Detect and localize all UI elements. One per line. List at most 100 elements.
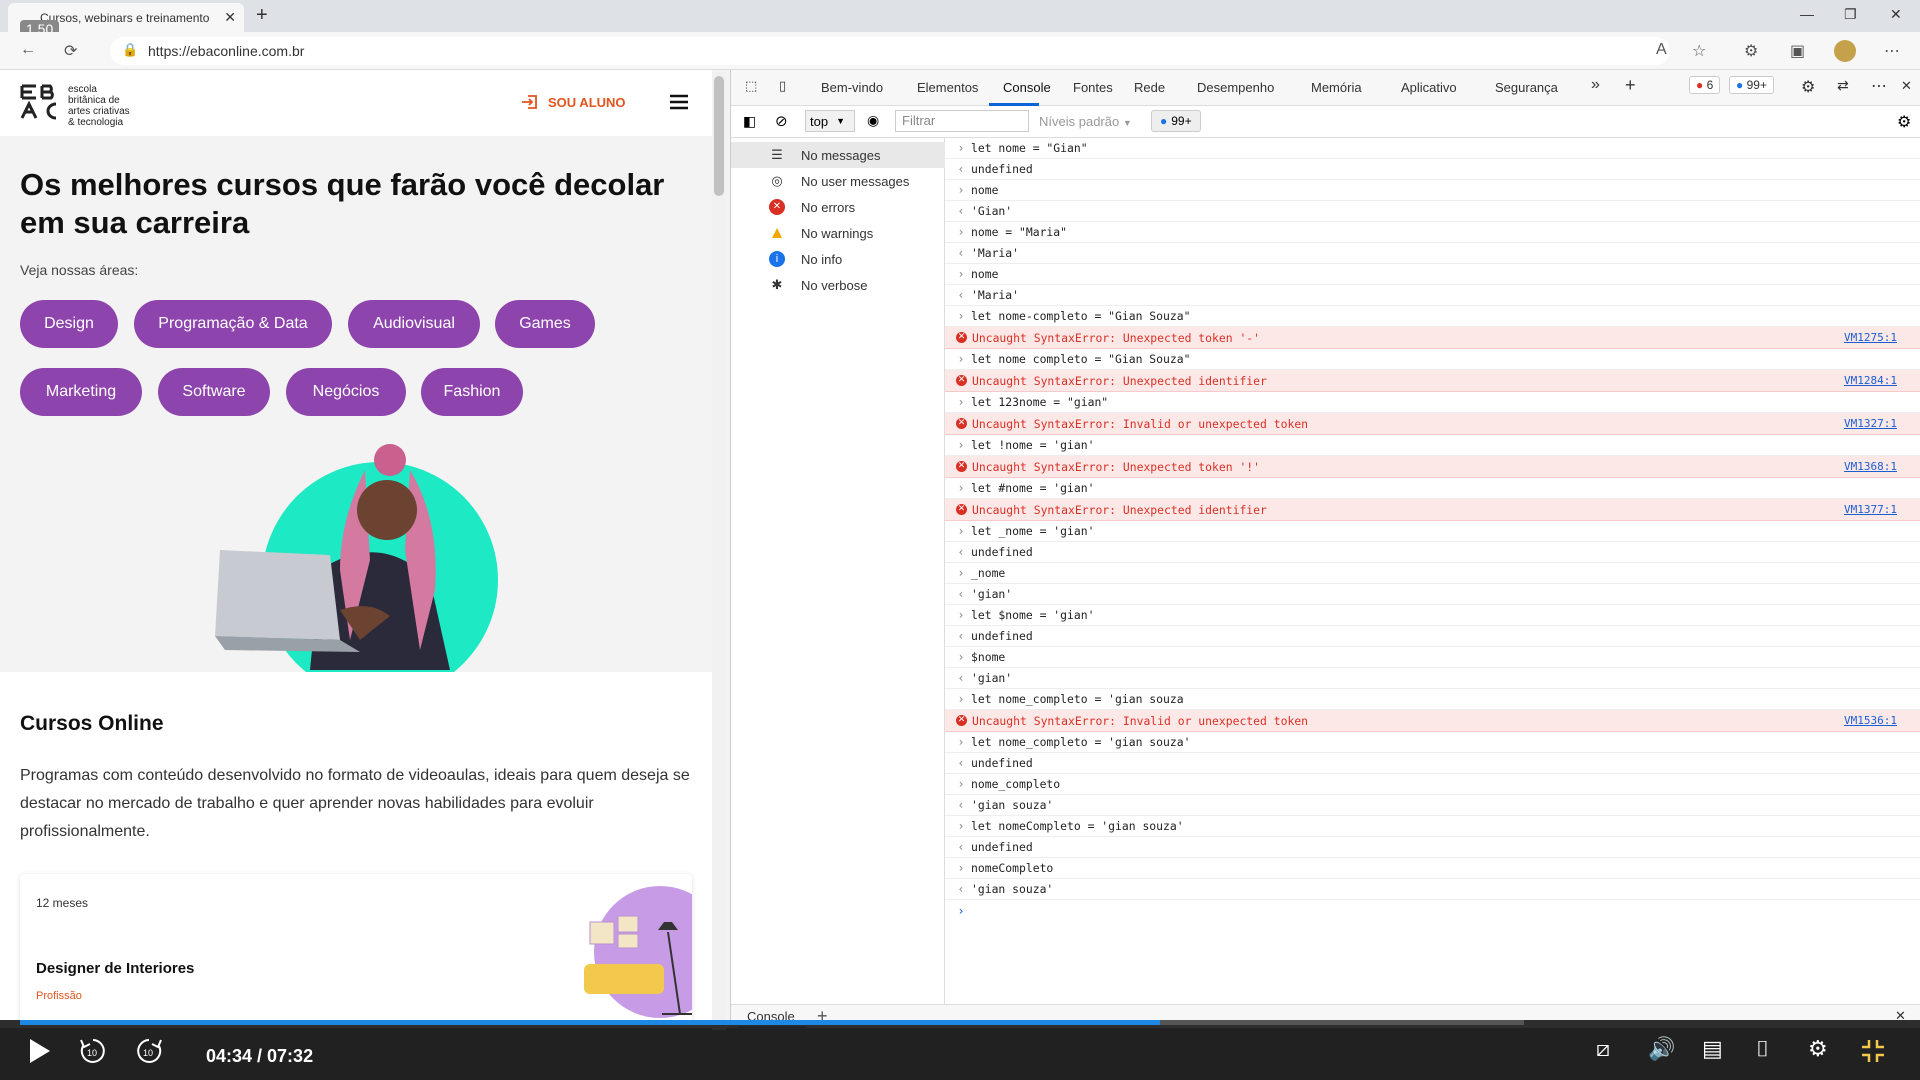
close-devtools-icon[interactable]: ✕	[1901, 78, 1912, 94]
sidebar-item-user-messages[interactable]: ◎ No user messages	[731, 168, 945, 194]
sidebar-toggle-icon[interactable]: ◧	[743, 113, 756, 130]
prompt-arrow-icon[interactable]: ›	[951, 861, 971, 875]
area-pill-programacao[interactable]: Programação & Data	[134, 300, 332, 348]
forward-10-icon[interactable]: 10	[134, 1036, 164, 1066]
prompt-arrow-icon[interactable]: ›	[951, 141, 971, 155]
minimize-icon[interactable]: —	[1800, 6, 1814, 22]
play-icon[interactable]	[28, 1038, 52, 1064]
prompt-arrow-icon[interactable]: ›	[951, 735, 971, 749]
area-pill-fashion[interactable]: Fashion	[421, 368, 523, 416]
read-aloud-icon[interactable]: A	[1656, 41, 1667, 59]
site-scrollbar[interactable]	[712, 72, 726, 1030]
settings-gear-icon[interactable]: ⚙	[1801, 77, 1815, 97]
more-tabs-icon[interactable]: »	[1591, 76, 1600, 94]
sidebar-item-errors[interactable]: ✕ No errors	[731, 194, 945, 220]
prompt-arrow-icon[interactable]: ›	[951, 650, 971, 664]
source-link[interactable]: VM1377:1	[1844, 503, 1897, 516]
device-toolbar-icon[interactable]: ▯	[779, 78, 786, 94]
tab-rede[interactable]: Rede	[1134, 80, 1165, 95]
sidebar-item-info[interactable]: i No info	[731, 246, 945, 272]
clear-console-icon[interactable]: ⊘	[775, 112, 788, 130]
toolbar-issues-badge[interactable]: ● 99+	[1151, 110, 1201, 132]
area-pill-software[interactable]: Software	[158, 368, 270, 416]
errors-count-badge[interactable]: ● 6	[1689, 76, 1721, 94]
sidebar-item-warnings[interactable]: ▲ No warnings	[731, 220, 945, 246]
add-tab-icon[interactable]: +	[1625, 75, 1636, 96]
refresh-icon[interactable]: ⟳	[64, 41, 77, 61]
more-icon[interactable]: ⋯	[1884, 41, 1900, 61]
captions-off-icon[interactable]: ⧄	[1596, 1036, 1610, 1062]
filter-input[interactable]: Filtrar	[895, 110, 1029, 132]
prompt-arrow-icon[interactable]: ›	[951, 395, 971, 409]
area-pill-games[interactable]: Games	[495, 300, 595, 348]
collections-icon[interactable]: ▣	[1790, 41, 1805, 61]
inspect-element-icon[interactable]: ⬚	[745, 78, 757, 94]
tab-desempenho[interactable]: Desempenho	[1197, 80, 1274, 95]
prompt-arrow-icon[interactable]: ›	[951, 183, 971, 197]
sidebar-label: No messages	[801, 147, 881, 163]
close-window-icon[interactable]: ✕	[1890, 6, 1902, 23]
issues-count-badge[interactable]: ● 99+	[1729, 76, 1774, 94]
source-link[interactable]: VM1327:1	[1844, 417, 1897, 430]
tab-elementos[interactable]: Elementos	[917, 80, 978, 95]
tab-fontes[interactable]: Fontes	[1073, 80, 1113, 95]
more-options-icon[interactable]: ⋯	[1871, 76, 1887, 96]
console-prompt[interactable]: ›	[945, 900, 1920, 922]
console-output-row: ‹ undefined	[945, 753, 1920, 774]
tab-console[interactable]: Console	[1003, 80, 1051, 95]
exit-fullscreen-icon[interactable]	[1860, 1038, 1886, 1064]
console-input-row: › let $nome = 'gian'	[945, 605, 1920, 626]
prompt-arrow-icon[interactable]: ›	[951, 267, 971, 281]
sidebar-item-verbose[interactable]: ✱ No verbose	[731, 272, 945, 298]
screenshot-camera-icon[interactable]: ⌷	[1756, 1036, 1769, 1062]
prompt-arrow-icon[interactable]: ›	[951, 819, 971, 833]
restore-icon[interactable]: ❐	[1844, 6, 1857, 23]
area-pill-audiovisual[interactable]: Audiovisual	[348, 300, 480, 348]
url-field[interactable]: 🔒 https://ebaconline.com.br	[110, 37, 1670, 65]
log-levels-dropdown[interactable]: Níveis padrão ▼	[1039, 114, 1132, 129]
connect-icon[interactable]: ⇄	[1837, 77, 1849, 94]
profile-avatar[interactable]	[1834, 40, 1856, 62]
prompt-arrow-icon[interactable]: ›	[951, 524, 971, 538]
course-card[interactable]: 12 meses Designer de Interiores Profissã…	[20, 874, 692, 1028]
tab-bem-vindo[interactable]: Bem-vindo	[821, 80, 883, 95]
source-link[interactable]: VM1536:1	[1844, 714, 1897, 727]
source-link[interactable]: VM1275:1	[1844, 331, 1897, 344]
prompt-arrow-icon[interactable]: ›	[951, 225, 971, 239]
prompt-arrow-icon[interactable]: ›	[951, 352, 971, 366]
prompt-arrow-icon[interactable]: ›	[951, 692, 971, 706]
live-expression-eye-icon[interactable]: ◉	[867, 112, 879, 129]
site-scrollbar-thumb[interactable]	[714, 76, 724, 196]
area-pill-negocios[interactable]: Negócios	[286, 368, 406, 416]
sou-aluno-button[interactable]: SOU ALUNO	[520, 92, 626, 112]
area-pill-design[interactable]: Design	[20, 300, 118, 348]
prompt-arrow-icon[interactable]: ›	[951, 608, 971, 622]
area-pill-marketing[interactable]: Marketing	[20, 368, 142, 416]
hamburger-menu-icon[interactable]	[670, 94, 688, 110]
prompt-arrow-icon[interactable]: ›	[951, 438, 971, 452]
extensions-icon[interactable]: ⚙	[1744, 41, 1758, 61]
ebac-logo-icon[interactable]	[20, 82, 60, 122]
rewind-10-icon[interactable]: 10	[78, 1036, 108, 1066]
subtitles-icon[interactable]: ▤	[1702, 1036, 1723, 1062]
prompt-arrow-icon[interactable]: ›	[951, 481, 971, 495]
favorite-icon[interactable]: ☆	[1692, 41, 1706, 61]
context-select[interactable]: top ▼	[805, 110, 855, 132]
back-icon[interactable]: ←	[20, 41, 36, 59]
prompt-arrow-icon[interactable]: ›	[951, 309, 971, 323]
source-link[interactable]: VM1284:1	[1844, 374, 1897, 387]
console-output[interactable]: › let nome = "Gian" ‹ undefined › nome ‹ 'Gian'…	[945, 138, 1920, 1004]
settings-hd-icon[interactable]: ⚙	[1808, 1036, 1828, 1062]
prompt-arrow-icon[interactable]: ›	[951, 566, 971, 580]
prompt-arrow-icon[interactable]: ›	[951, 777, 971, 791]
volume-icon[interactable]: 🔊	[1648, 1036, 1675, 1062]
source-link[interactable]: VM1368:1	[1844, 460, 1897, 473]
sidebar-item-messages[interactable]: ☰ No messages	[731, 142, 945, 168]
tab-memoria[interactable]: Memória	[1311, 80, 1362, 95]
console-input-row: › nomeCompleto	[945, 858, 1920, 879]
new-tab-button[interactable]: +	[256, 4, 268, 27]
close-tab-icon[interactable]: ✕	[224, 9, 236, 26]
tab-seguranca[interactable]: Segurança	[1495, 80, 1558, 95]
tab-aplicativo[interactable]: Aplicativo	[1401, 80, 1457, 95]
console-settings-gear-icon[interactable]: ⚙	[1897, 112, 1911, 132]
